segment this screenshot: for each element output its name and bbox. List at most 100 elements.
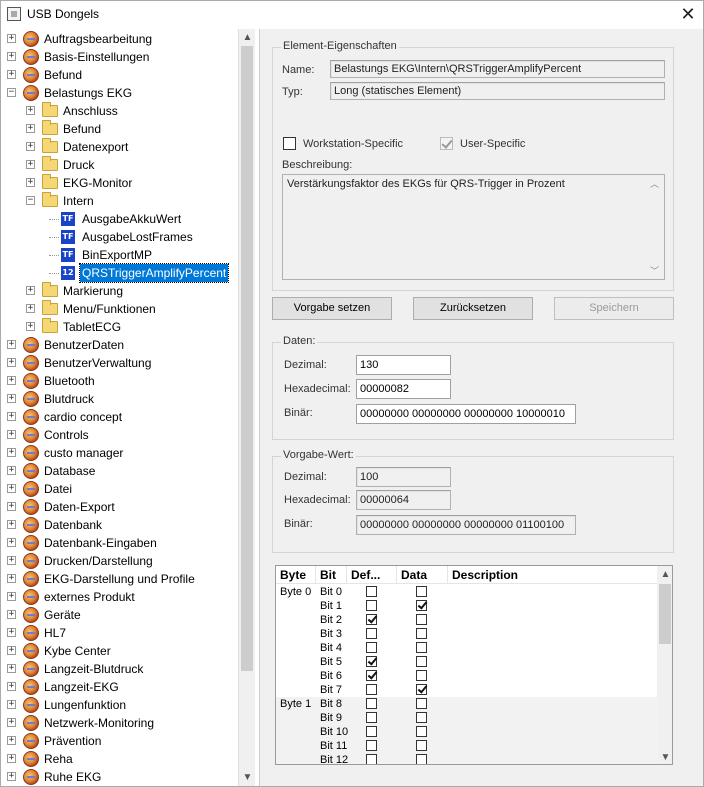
tree-item[interactable]: + Blutdruck	[1, 390, 237, 408]
bit-table-scrollbar[interactable]: ▲ ▼	[657, 566, 672, 764]
default-bit-checkbox[interactable]	[366, 628, 377, 639]
bit-table-row[interactable]: Bit 12	[276, 753, 658, 764]
tree-item-label[interactable]: Datenbank-Eingaben	[42, 534, 159, 552]
data-decimal-input[interactable]: 130	[356, 355, 451, 375]
expand-icon[interactable]: +	[7, 718, 16, 727]
expand-icon[interactable]: +	[26, 160, 35, 169]
col-header-default[interactable]: Def...	[347, 566, 397, 584]
default-bit-checkbox[interactable]	[366, 754, 377, 764]
tree-item[interactable]: + Menu/Funktionen	[1, 300, 237, 318]
tree-item-label[interactable]: Netzwerk-Monitoring	[42, 714, 156, 732]
tree-item[interactable]: + TabletECG	[1, 318, 237, 336]
tree-item[interactable]: + Markierung	[1, 282, 237, 300]
expand-icon[interactable]: +	[7, 664, 16, 673]
set-default-button[interactable]: Vorgabe setzen	[272, 297, 392, 320]
bit-scroll-up-icon[interactable]: ▲	[657, 566, 672, 583]
default-bit-checkbox[interactable]	[366, 600, 377, 611]
default-bit-checkbox[interactable]	[366, 656, 377, 667]
expand-icon[interactable]: +	[7, 34, 16, 43]
expand-icon[interactable]: +	[7, 520, 16, 529]
tree-item-label[interactable]: AusgabeLostFrames	[80, 228, 195, 246]
tree-item-label[interactable]: Ruhe EKG	[42, 768, 103, 786]
tree-item-label[interactable]: Controls	[42, 426, 91, 444]
tree-item-label[interactable]: cardio concept	[42, 408, 124, 426]
tree-item[interactable]: + Kybe Center	[1, 642, 237, 660]
bit-table-row[interactable]: Bit 2	[276, 613, 658, 627]
tree-item-label[interactable]: Kybe Center	[42, 642, 113, 660]
bit-table-row[interactable]: Bit 11	[276, 739, 658, 753]
tree-item[interactable]: + Auftragsbearbeitung	[1, 30, 237, 48]
settings-tree[interactable]: ▲ ▼ + Auftragsbearbeitung + Basis-Einstellu…	[1, 29, 255, 786]
tree-item[interactable]: 12 QRSTriggerAmplifyPercent	[1, 263, 237, 283]
expand-icon[interactable]: +	[7, 358, 16, 367]
tree-item[interactable]: + Datenbank	[1, 516, 237, 534]
bit-table-row[interactable]: Bit 6	[276, 669, 658, 683]
data-bit-checkbox[interactable]	[416, 754, 427, 764]
bit-table-row[interactable]: Bit 7	[276, 683, 658, 697]
expand-icon[interactable]: +	[7, 430, 16, 439]
tree-item[interactable]: + Langzeit-EKG	[1, 678, 237, 696]
save-button[interactable]: Speichern	[554, 297, 674, 320]
tree-item-label[interactable]: Blutdruck	[42, 390, 96, 408]
tree-item-label[interactable]: Anschluss	[61, 102, 120, 120]
tree-item[interactable]: + cardio concept	[1, 408, 237, 426]
tree-item[interactable]: − Intern	[1, 192, 237, 210]
tree-item-label[interactable]: QRSTriggerAmplifyPercent	[78, 263, 230, 283]
tree-item[interactable]: + externes Produkt	[1, 588, 237, 606]
expand-icon[interactable]: +	[7, 52, 16, 61]
tree-item-label[interactable]: BenutzerVerwaltung	[42, 354, 153, 372]
default-bit-checkbox[interactable]	[366, 586, 377, 597]
tree-item[interactable]: + BenutzerDaten	[1, 336, 237, 354]
expand-icon[interactable]: +	[7, 466, 16, 475]
tree-item[interactable]: TF BinExportMP	[1, 246, 237, 264]
tree-item-label[interactable]: EKG-Darstellung und Profile	[42, 570, 197, 588]
tree-item-label[interactable]: Datenexport	[61, 138, 130, 156]
expand-icon[interactable]: +	[7, 448, 16, 457]
tree-item-label[interactable]: Bluetooth	[42, 372, 97, 390]
tree-item-label[interactable]: Befund	[42, 66, 84, 84]
tree-item[interactable]: + HL7	[1, 624, 237, 642]
bit-table-row[interactable]: Bit 9	[276, 711, 658, 725]
expand-icon[interactable]: +	[7, 484, 16, 493]
default-bit-checkbox[interactable]	[366, 726, 377, 737]
tree-item[interactable]: + Datenbank-Eingaben	[1, 534, 237, 552]
tree-item-label[interactable]: Belastungs EKG	[42, 84, 134, 102]
expand-icon[interactable]: +	[7, 340, 16, 349]
expand-icon[interactable]: +	[7, 394, 16, 403]
scroll-up-arrow-icon[interactable]: ▲	[239, 29, 255, 46]
tree-item[interactable]: + Database	[1, 462, 237, 480]
tree-item-label[interactable]: HL7	[42, 624, 68, 642]
expand-icon[interactable]: +	[26, 106, 35, 115]
data-bit-checkbox[interactable]	[416, 628, 427, 639]
default-bit-checkbox[interactable]	[366, 642, 377, 653]
data-bit-checkbox[interactable]	[416, 684, 427, 695]
tree-item[interactable]: + Bluetooth	[1, 372, 237, 390]
tree-item[interactable]: + Langzeit-Blutdruck	[1, 660, 237, 678]
tree-item-label[interactable]: TabletECG	[61, 318, 123, 336]
scroll-down-arrow-icon[interactable]: ▼	[239, 769, 255, 786]
tree-item[interactable]: + EKG-Monitor	[1, 174, 237, 192]
title-bar[interactable]: USB Dongels ✕	[1, 1, 703, 29]
tree-item[interactable]: + Controls	[1, 426, 237, 444]
bit-table[interactable]: Byte Bit Def... Data Description ▲ ▼ Byt…	[275, 565, 673, 765]
tree-item[interactable]: + Ruhe EKG	[1, 768, 237, 786]
default-bit-checkbox[interactable]	[366, 684, 377, 695]
tree-item[interactable]: + Basis-Einstellungen	[1, 48, 237, 66]
default-bit-checkbox[interactable]	[366, 712, 377, 723]
tree-scrollbar[interactable]: ▲ ▼	[238, 29, 255, 786]
tree-item-label[interactable]: Auftragsbearbeitung	[42, 30, 154, 48]
tree-item[interactable]: − Belastungs EKG	[1, 84, 237, 102]
default-bit-checkbox[interactable]	[366, 614, 377, 625]
data-bit-checkbox[interactable]	[416, 642, 427, 653]
expand-icon[interactable]: +	[7, 574, 16, 583]
default-bit-checkbox[interactable]	[366, 698, 377, 709]
data-bit-checkbox[interactable]	[416, 614, 427, 625]
description-scrollbar[interactable]: ︿ ﹀	[647, 175, 664, 279]
tree-item-label[interactable]: BinExportMP	[80, 246, 154, 264]
bit-scroll-down-icon[interactable]: ▼	[657, 749, 672, 764]
tree-item-label[interactable]: Reha	[42, 750, 75, 768]
tree-item[interactable]: TF AusgabeAkkuWert	[1, 210, 237, 228]
bit-table-row[interactable]: Bit 10	[276, 725, 658, 739]
expand-icon[interactable]: +	[7, 556, 16, 565]
tree-item[interactable]: + Prävention	[1, 732, 237, 750]
